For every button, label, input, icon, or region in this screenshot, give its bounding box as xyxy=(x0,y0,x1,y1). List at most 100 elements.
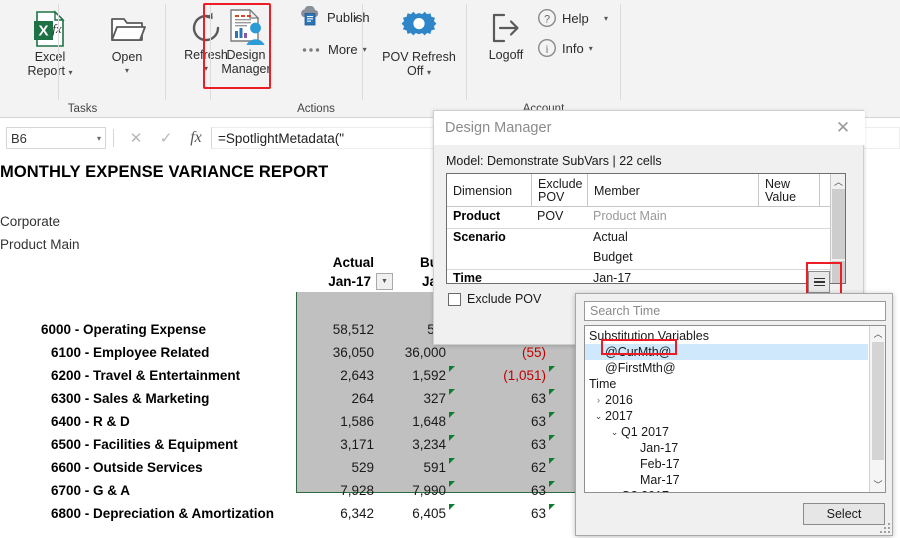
tree-item[interactable]: ⌄ Q1 2017 xyxy=(585,424,868,440)
info-button[interactable]: i Info ▾ xyxy=(537,38,593,58)
ribbon-group-account: Logoff ? Help ▾ i Info ▾ Account xyxy=(467,0,620,118)
cell-actual[interactable]: 7,928 xyxy=(296,483,374,498)
logoff-button[interactable]: Logoff xyxy=(475,8,537,62)
confirm-icon[interactable]: ✓ xyxy=(151,129,181,147)
row-member: Jan-17 xyxy=(593,271,632,285)
cell-budget[interactable]: 591 xyxy=(380,460,446,475)
tree-item[interactable]: ›Q2 2017 xyxy=(585,488,868,492)
info-label: Info xyxy=(562,40,584,56)
table-row[interactable]: Scenario Actual xyxy=(447,229,845,249)
chevron-down-icon[interactable]: ▾ xyxy=(97,134,101,143)
tree-item[interactable]: › 2016 xyxy=(585,392,868,408)
cell-budget[interactable]: 1,648 xyxy=(380,414,446,429)
comment-flag-icon xyxy=(549,481,555,487)
cell-variance[interactable]: 63 xyxy=(470,437,546,452)
tree-expander-icon[interactable]: ⌄ xyxy=(608,427,621,438)
cell-actual[interactable]: 3,171 xyxy=(296,437,374,452)
tree-label: @CurMth@ xyxy=(605,345,672,359)
cell-variance[interactable]: 63 xyxy=(470,506,546,521)
select-button[interactable]: Select xyxy=(803,503,885,525)
scrollbar-track[interactable] xyxy=(832,261,845,283)
dimension-table-header: Dimension Exclude POV Member New Value xyxy=(447,174,845,207)
filter-caret-icon: ▼ xyxy=(381,278,388,285)
excel-report-button[interactable]: X fx Excel Report ▾ xyxy=(12,8,88,80)
comment-flag-icon xyxy=(549,435,555,441)
tree-item[interactable]: @FirstMth@ xyxy=(585,360,868,376)
cell-variance[interactable]: (1,051) xyxy=(470,368,546,383)
more-caret-icon[interactable]: ▾ xyxy=(363,45,367,54)
comment-flag-icon xyxy=(449,504,455,510)
design-manager-button[interactable]: Design Manager xyxy=(206,6,286,76)
svg-text:X: X xyxy=(38,23,48,40)
cell-budget[interactable]: 3,234 xyxy=(380,437,446,452)
cell-variance[interactable]: 63 xyxy=(470,414,546,429)
open-button[interactable]: Open ▾ xyxy=(98,8,156,78)
scroll-down-icon[interactable]: ﹀ xyxy=(870,477,885,492)
member-tree[interactable]: Substitution Variables @CurMth@ @FirstMt… xyxy=(584,325,886,493)
actual-filter-button[interactable]: ▼ xyxy=(376,273,393,290)
pov-refresh-caret-icon[interactable]: ▾ xyxy=(427,68,431,77)
name-box[interactable]: B6 ▾ xyxy=(6,127,106,149)
insert-function-icon[interactable]: fx xyxy=(181,129,211,147)
cell-variance[interactable]: 63 xyxy=(470,391,546,406)
tree-expander-icon[interactable]: › xyxy=(608,491,621,492)
publish-icon xyxy=(298,6,322,28)
cell-budget[interactable]: 7,990 xyxy=(380,483,446,498)
dialog-scrollbar[interactable]: ︿ xyxy=(830,174,845,283)
table-row[interactable]: Product POV Product Main xyxy=(447,208,845,228)
cell-actual[interactable]: 529 xyxy=(296,460,374,475)
dialog-titlebar[interactable]: Design Manager xyxy=(434,111,865,145)
ribbon-group-label-actions: Actions xyxy=(297,103,335,115)
cell-variance[interactable]: 62 xyxy=(470,460,546,475)
tree-item[interactable]: Feb-17 xyxy=(585,456,868,472)
cell-variance[interactable]: (55) xyxy=(470,345,546,360)
pov-refresh-button[interactable]: POV Refresh Off ▾ xyxy=(371,8,467,80)
tree-item[interactable]: Mar-17 xyxy=(585,472,868,488)
help-caret-icon[interactable]: ▾ xyxy=(604,14,608,23)
tree-item[interactable]: Substitution Variables xyxy=(585,328,868,344)
cell-actual[interactable]: 1,586 xyxy=(296,414,374,429)
cell-budget[interactable]: 36,000 xyxy=(380,345,446,360)
publish-caret-icon[interactable]: ▾ xyxy=(354,14,358,23)
exclude-pov-checkbox[interactable]: Exclude POV xyxy=(448,292,541,306)
tree-item-selected[interactable]: @CurMth@ xyxy=(585,344,868,360)
cell-variance[interactable]: 63 xyxy=(470,483,546,498)
cell-budget[interactable]: 1,592 xyxy=(380,368,446,383)
tree-item[interactable]: Jan-17 xyxy=(585,440,868,456)
publish-button[interactable]: Publish xyxy=(298,6,370,28)
name-box-value: B6 xyxy=(11,130,27,146)
search-input[interactable]: Search Time xyxy=(584,301,886,321)
tree-expander-icon[interactable]: › xyxy=(592,395,605,405)
cell-actual[interactable]: 2,643 xyxy=(296,368,374,383)
cell-actual[interactable]: 58,512 xyxy=(296,322,374,337)
excel-report-caret-icon[interactable]: ▾ xyxy=(69,68,73,77)
col-header-exclude-pov-2: POV xyxy=(538,190,565,204)
checkbox-box[interactable] xyxy=(448,292,461,306)
tree-expander-icon[interactable]: ⌄ xyxy=(592,411,605,422)
member-select-popup: Search Time Substitution Variables @CurM… xyxy=(575,293,893,536)
cell-budget[interactable]: 327 xyxy=(380,391,446,406)
open-caret-icon[interactable]: ▾ xyxy=(98,64,156,78)
info-caret-icon[interactable]: ▾ xyxy=(589,44,593,53)
cell-actual[interactable]: 36,050 xyxy=(296,345,374,360)
comment-flag-icon xyxy=(549,389,555,395)
scroll-up-icon[interactable]: ︿ xyxy=(831,174,846,188)
tree-label: Jan-17 xyxy=(640,441,679,455)
table-row-selected[interactable]: Time Jan-17 xyxy=(447,270,845,290)
scrollbar-thumb[interactable] xyxy=(872,342,884,460)
tree-item[interactable]: ⌄ 2017 xyxy=(585,408,868,424)
scrollbar-thumb[interactable] xyxy=(832,189,845,259)
help-button[interactable]: ? Help xyxy=(537,8,589,28)
tree-item[interactable]: Time xyxy=(585,376,868,392)
pov-line-product: Product Main xyxy=(0,237,80,252)
close-icon[interactable]: ✕ xyxy=(832,117,854,139)
more-button[interactable]: More ▾ xyxy=(301,42,367,57)
scroll-up-icon[interactable]: ︿ xyxy=(870,326,885,341)
cell-actual[interactable]: 6,342 xyxy=(296,506,374,521)
table-row[interactable]: Budget xyxy=(447,249,845,269)
cancel-icon[interactable]: ✕ xyxy=(121,129,151,147)
cell-actual[interactable]: 264 xyxy=(296,391,374,406)
tree-scrollbar[interactable]: ︿ ﹀ xyxy=(869,326,885,492)
cell-budget[interactable]: 6,405 xyxy=(380,506,446,521)
member-picker-button[interactable] xyxy=(808,271,830,293)
